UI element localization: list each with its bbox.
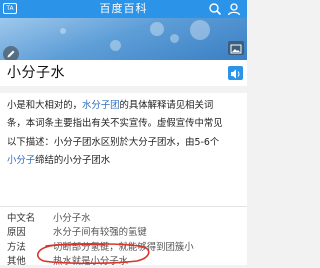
infobox-row: 中文名 小分子水 <box>7 212 91 225</box>
bubble-decoration <box>170 34 179 43</box>
infobox-value: 间有较强的氢键 <box>81 227 147 238</box>
infobox-value: 小分子水 <box>53 213 91 224</box>
top-bar: TA 百度百科 <box>0 0 247 18</box>
water-cluster-link[interactable]: 水分子团 <box>82 100 120 111</box>
cluster-link[interactable]: 团簇小 <box>166 242 194 253</box>
summary-text: 缔结的小分子团水 <box>35 155 111 166</box>
entry-header: 小分子水 <box>0 60 247 86</box>
page-title: 小分子水 <box>7 65 65 81</box>
infobox-key: 原因 <box>7 227 26 238</box>
bubble-decoration <box>150 22 164 36</box>
bubble-decoration <box>190 20 210 40</box>
search-icon[interactable] <box>208 2 222 16</box>
water-molecule-link[interactable]: 水分子 <box>53 227 81 238</box>
user-icon[interactable] <box>227 2 241 16</box>
edit-button[interactable] <box>3 46 19 60</box>
summary-text: 小是和大相对的， <box>7 100 83 111</box>
infobox-key: 中文名 <box>7 213 36 224</box>
red-annotation-circle <box>37 243 150 264</box>
summary-text: 的具体解释请见相关词 <box>119 100 214 111</box>
audio-button[interactable] <box>228 66 243 80</box>
summary-line: 以下描述：小分子团水区别於大分子团水，由5-6个 <box>7 137 220 148</box>
speaker-icon <box>231 69 240 79</box>
small-molecule-link[interactable]: 小分子 <box>7 155 35 166</box>
bubble-decoration <box>60 28 66 34</box>
summary-line: 小分子缔结的小分子团水 <box>7 154 110 168</box>
hero-image[interactable] <box>0 18 247 60</box>
summary-line: 小是和大相对的，水分子团的具体解释请见相关词 <box>7 99 213 113</box>
pencil-icon <box>7 50 15 58</box>
image-icon <box>230 44 242 54</box>
summary-line: 条，本词条主要指出有关不实宣传。虚假宣传中常见 <box>7 118 223 129</box>
infobox-row: 原因 水分子间有较强的氢键 <box>7 226 147 239</box>
gallery-button[interactable] <box>228 41 244 55</box>
bubble-decoration <box>110 40 121 51</box>
